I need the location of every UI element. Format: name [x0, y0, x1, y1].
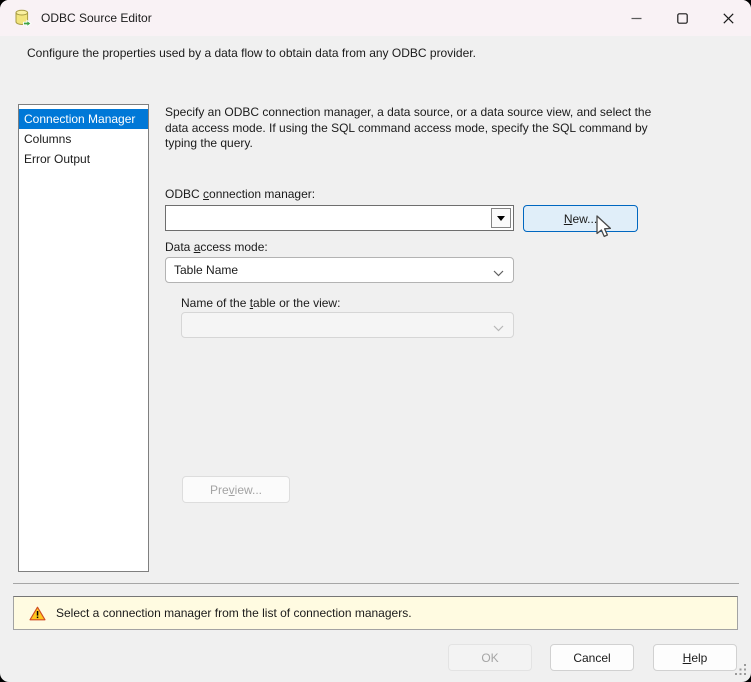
cancel-button[interactable]: Cancel [550, 644, 634, 671]
resize-grip[interactable] [734, 663, 747, 679]
button-text: Pre [210, 483, 229, 497]
data-access-mode-label: Data access mode: [165, 240, 268, 254]
titlebar: ODBC Source Editor [0, 0, 751, 36]
caption-buttons [613, 0, 751, 36]
table-or-view-label: Name of the table or the view: [181, 296, 340, 310]
odbc-source-database-icon [13, 9, 32, 28]
button-text: ew... [572, 212, 597, 226]
chevron-down-icon [493, 321, 504, 335]
chevron-down-icon [493, 266, 504, 280]
dropdown-arrow-button[interactable] [491, 208, 511, 228]
pages-list: Connection Manager Columns Error Output [18, 104, 149, 572]
separator-line [13, 583, 739, 584]
button-text: elp [691, 651, 707, 665]
minimize-button[interactable] [613, 0, 659, 36]
help-button[interactable]: Help [653, 644, 737, 671]
button-text: iew... [235, 483, 262, 497]
odbc-connection-manager-label: ODBC connection manager: [165, 187, 315, 201]
label-text: Name of the [181, 296, 250, 310]
data-access-mode-combobox[interactable]: Table Name [165, 257, 514, 283]
warning-triangle-icon [29, 606, 46, 621]
maximize-button[interactable] [659, 0, 705, 36]
pages-list-item-connection-manager[interactable]: Connection Manager [19, 109, 148, 129]
table-or-view-combobox-disabled [181, 312, 514, 338]
status-warning-bar: Select a connection manager from the lis… [13, 596, 738, 630]
odbc-connection-manager-combobox[interactable] [165, 205, 514, 231]
close-button[interactable] [705, 0, 751, 36]
page-instructions: Specify an ODBC connection manager, a da… [165, 105, 654, 152]
ok-button-disabled: OK [448, 644, 532, 671]
window-title: ODBC Source Editor [41, 11, 152, 25]
data-access-mode-value: Table Name [174, 263, 238, 277]
dropdown-arrow-icon [497, 216, 505, 221]
new-connection-button[interactable]: New... [523, 205, 638, 232]
label-text: Data [165, 240, 194, 254]
odbc-source-editor-dialog: ODBC Source Editor Configure the propert… [0, 0, 751, 682]
preview-button-disabled: Preview... [182, 476, 290, 503]
pages-list-item-columns[interactable]: Columns [19, 129, 148, 149]
label-text: ODBC [165, 187, 203, 201]
label-text: able or the view: [253, 296, 340, 310]
label-text: onnection manager: [209, 187, 315, 201]
status-warning-text: Select a connection manager from the lis… [56, 606, 412, 620]
dialog-description: Configure the properties used by a data … [27, 46, 727, 60]
pages-list-item-error-output[interactable]: Error Output [19, 149, 148, 169]
label-text: ccess mode: [200, 240, 267, 254]
